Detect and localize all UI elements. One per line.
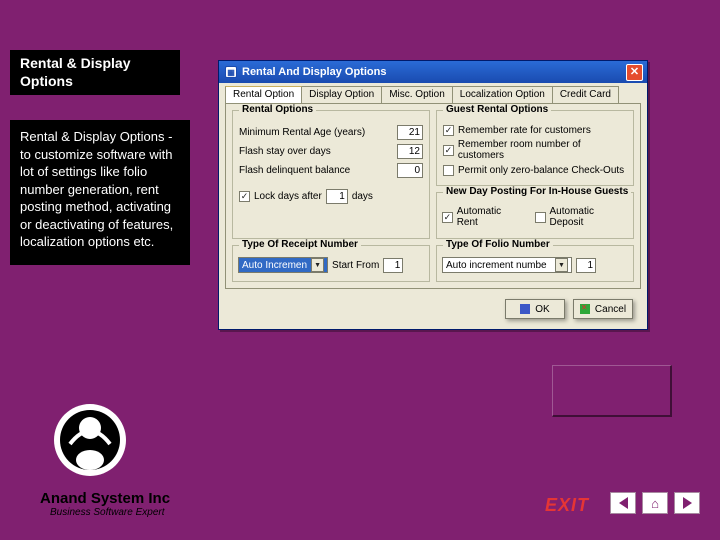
- receipt-mode-value: Auto Incremen: [242, 260, 307, 271]
- next-button[interactable]: [674, 492, 700, 514]
- flash-delinquent-field[interactable]: 0: [397, 163, 423, 178]
- ok-label: OK: [535, 304, 549, 315]
- close-button[interactable]: ✕: [626, 64, 643, 81]
- sidebar-description: Rental & Display Options - to customize …: [10, 120, 190, 265]
- prev-button[interactable]: [610, 492, 636, 514]
- remember-rate-label: Remember rate for customers: [458, 125, 591, 136]
- auto-rent-checkbox[interactable]: ✓: [442, 212, 453, 223]
- remember-room-checkbox[interactable]: ✓: [443, 145, 454, 156]
- slide-nav: ⌂: [610, 492, 700, 514]
- flash-delinquent-label: Flash delinquent balance: [239, 165, 350, 176]
- lock-days-field[interactable]: 1: [326, 189, 348, 204]
- close-icon: ✕: [630, 67, 639, 78]
- arrow-right-icon: [683, 497, 692, 509]
- dialog-title: Rental And Display Options: [242, 66, 386, 78]
- app-icon: ▦: [225, 66, 237, 78]
- flash-stay-field[interactable]: 12: [397, 144, 423, 159]
- receipt-legend: Type Of Receipt Number: [239, 239, 361, 250]
- folio-start-from-field[interactable]: 1: [576, 258, 596, 273]
- lock-days-suffix: days: [352, 191, 373, 202]
- arrow-left-icon: [619, 497, 628, 509]
- company-block: Anand System Inc Business Software Exper…: [40, 490, 170, 518]
- rental-options-group: Rental Options Minimum Rental Age (years…: [232, 110, 430, 239]
- sidebar-title: Rental & Display Options: [10, 50, 180, 95]
- auto-deposit-checkbox[interactable]: [535, 212, 546, 223]
- receipt-mode-select[interactable]: Auto Incremen ▼: [238, 257, 328, 273]
- tab-body: Rental Options Minimum Rental Age (years…: [225, 103, 641, 289]
- permit-zero-checkbox[interactable]: [443, 165, 454, 176]
- folio-number-group: Type Of Folio Number Auto increment numb…: [436, 245, 634, 282]
- flash-stay-label: Flash stay over days: [239, 146, 331, 157]
- chevron-down-icon: ▼: [311, 258, 324, 272]
- receipt-start-from-label: Start From: [332, 260, 379, 271]
- tab-credit-card[interactable]: Credit Card: [552, 86, 619, 103]
- permit-zero-label: Permit only zero-balance Check-Outs: [458, 165, 624, 176]
- ok-icon: [520, 304, 530, 314]
- dialog-titlebar[interactable]: ▦ Rental And Display Options ✕: [219, 61, 647, 83]
- guest-options-legend: Guest Rental Options: [443, 104, 551, 115]
- min-rental-age-field[interactable]: 21: [397, 125, 423, 140]
- tab-strip: Rental Option Display Option Misc. Optio…: [219, 83, 647, 103]
- guest-rental-options-group: Guest Rental Options ✓Remember rate for …: [436, 110, 634, 186]
- exit-button[interactable]: EXIT: [545, 495, 589, 516]
- receipt-start-from-field[interactable]: 1: [383, 258, 403, 273]
- folio-mode-value: Auto increment numbe: [446, 260, 547, 271]
- home-icon: ⌂: [651, 496, 659, 511]
- company-logo: [50, 400, 130, 480]
- placeholder-box: [552, 365, 672, 417]
- ok-button[interactable]: OK: [505, 299, 565, 319]
- rental-options-legend: Rental Options: [239, 104, 316, 115]
- tab-localization-option[interactable]: Localization Option: [452, 86, 553, 103]
- dialog-button-bar: OK Cancel: [219, 295, 647, 329]
- folio-legend: Type Of Folio Number: [443, 239, 553, 250]
- auto-rent-label: Automatic Rent: [457, 206, 523, 228]
- tab-rental-option[interactable]: Rental Option: [225, 86, 302, 103]
- tab-display-option[interactable]: Display Option: [301, 86, 382, 103]
- tab-misc-option[interactable]: Misc. Option: [381, 86, 453, 103]
- folio-mode-select[interactable]: Auto increment numbe ▼: [442, 257, 572, 273]
- cancel-icon: [580, 304, 590, 314]
- receipt-number-group: Type Of Receipt Number Auto Incremen ▼ S…: [232, 245, 430, 282]
- rental-options-dialog: ▦ Rental And Display Options ✕ Rental Op…: [218, 60, 648, 330]
- remember-rate-checkbox[interactable]: ✓: [443, 125, 454, 136]
- lock-days-checkbox[interactable]: ✓: [239, 191, 250, 202]
- company-tagline: Business Software Expert: [50, 507, 170, 518]
- min-rental-age-label: Minimum Rental Age (years): [239, 127, 365, 138]
- chevron-down-icon: ▼: [555, 258, 568, 272]
- new-day-posting-group: New Day Posting For In-House Guests ✓Aut…: [436, 192, 634, 239]
- cancel-label: Cancel: [595, 304, 626, 315]
- company-name: Anand System Inc: [40, 490, 170, 507]
- home-button[interactable]: ⌂: [642, 492, 668, 514]
- remember-room-label: Remember room number of customers: [458, 139, 627, 161]
- auto-deposit-label: Automatic Deposit: [550, 206, 628, 228]
- new-day-legend: New Day Posting For In-House Guests: [443, 186, 631, 197]
- lock-days-label: Lock days after: [254, 191, 322, 202]
- cancel-button[interactable]: Cancel: [573, 299, 633, 319]
